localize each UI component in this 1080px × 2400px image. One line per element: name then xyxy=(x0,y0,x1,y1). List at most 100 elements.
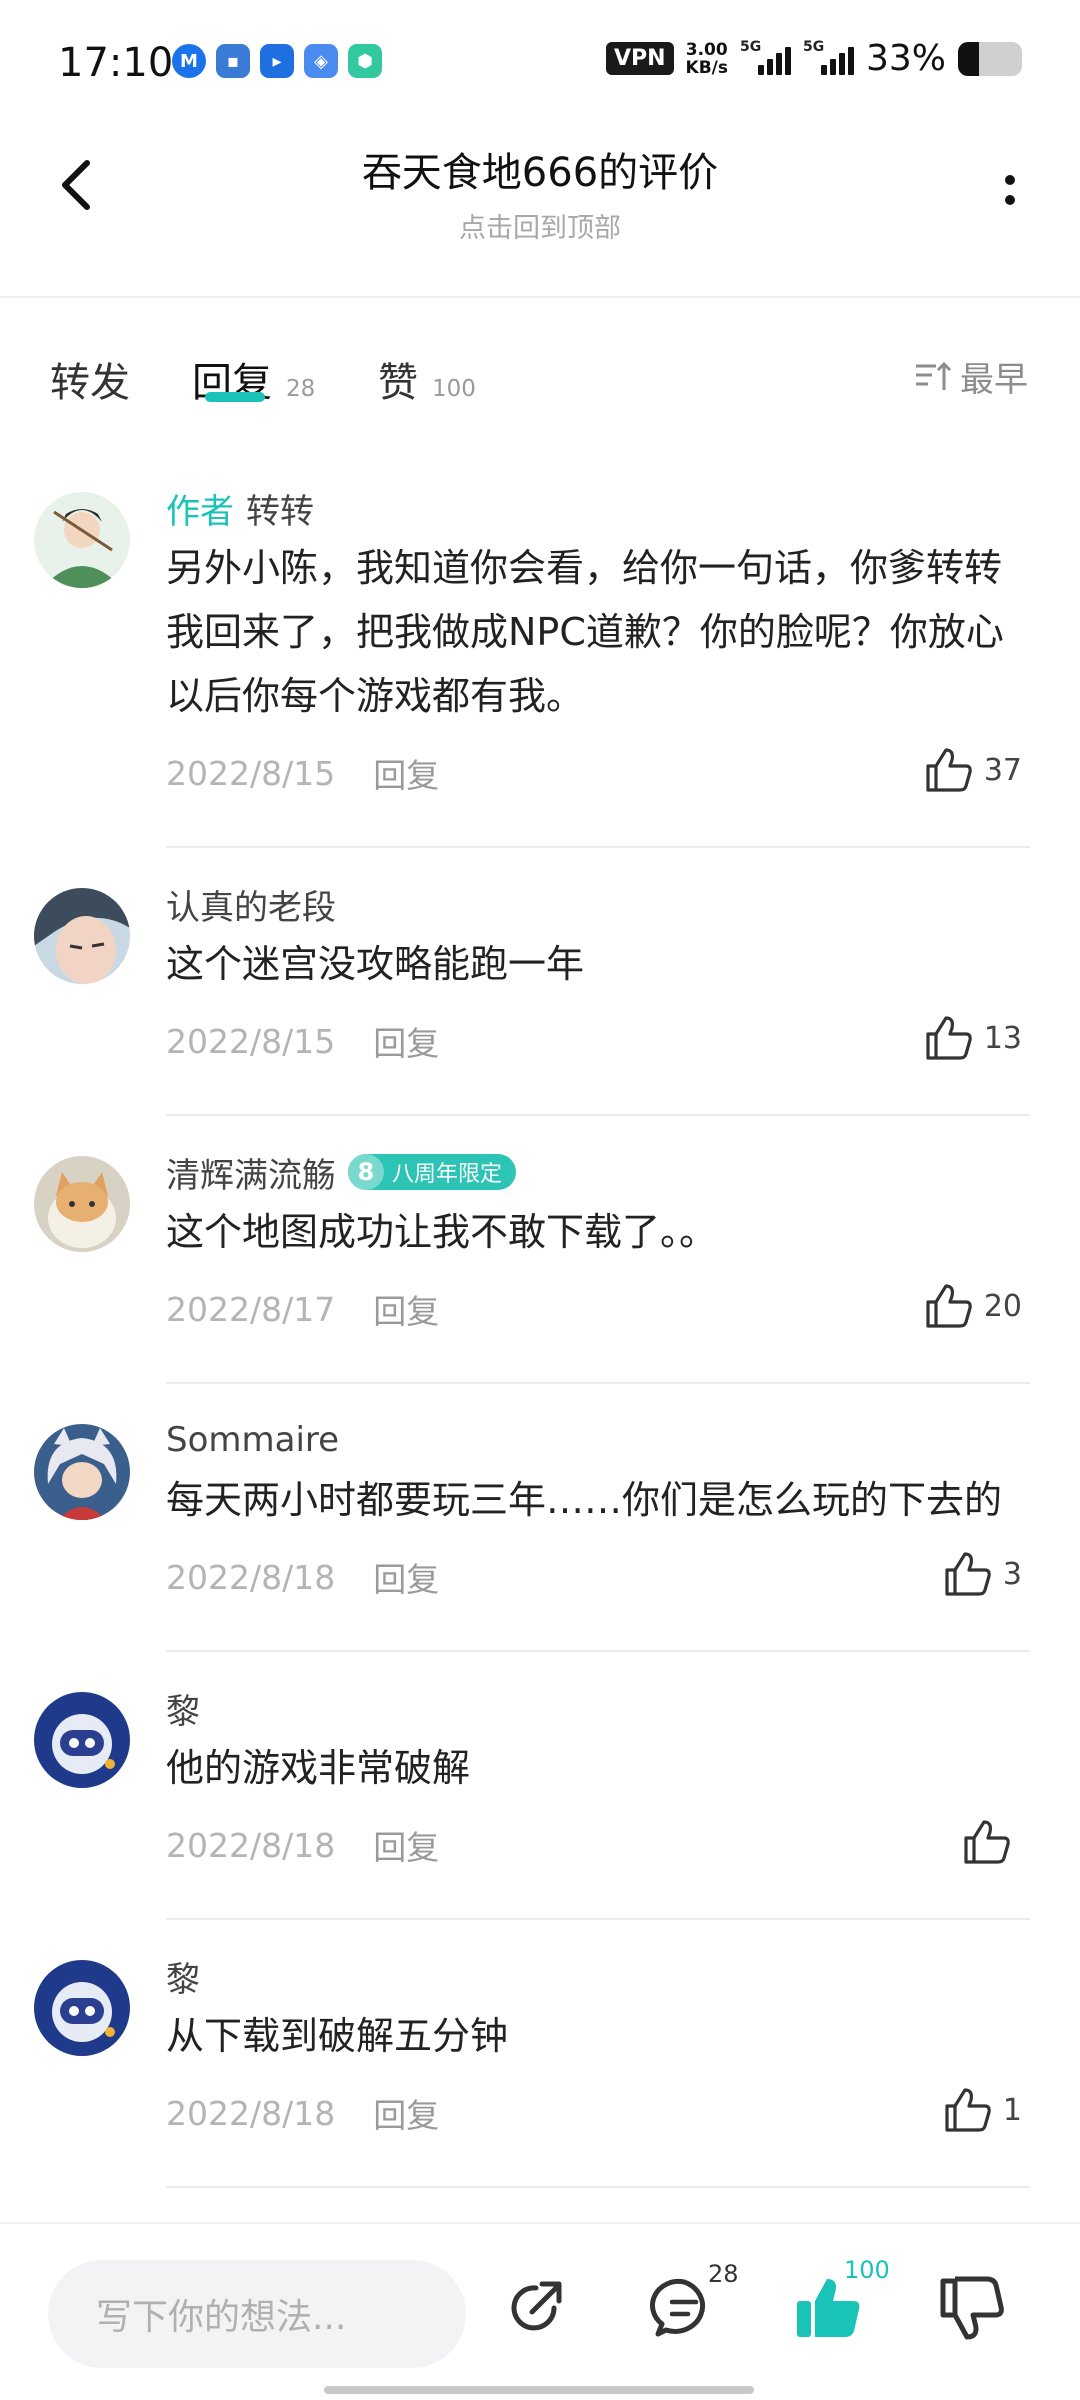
avatar-robot xyxy=(34,1960,130,2056)
home-indicator[interactable] xyxy=(324,2386,754,2394)
reply-button[interactable]: 回复 xyxy=(373,1821,439,1869)
comment-text: 每天两小时都要玩三年……你们是怎么玩的下去的 xyxy=(166,1478,1003,1522)
dislike-button[interactable] xyxy=(932,2268,1012,2348)
comment-date: 2022/8/15 xyxy=(166,1021,336,1061)
like-button[interactable]: 3 xyxy=(943,1550,1022,1598)
like-button[interactable] xyxy=(962,1818,1022,1866)
title-bar: 吞天食地666的评价 点击回到顶部 xyxy=(0,130,1080,260)
scroll-to-top[interactable]: 吞天食地666的评价 点击回到顶部 xyxy=(200,140,880,245)
status-bar: 17:10 M ▪ ▸ ◈ ⬢ VPN 3.00 KB/s 5G 5G 33% xyxy=(0,0,1080,130)
username[interactable]: 黎 xyxy=(166,1952,200,2001)
reply-button[interactable]: 回复 xyxy=(373,749,439,797)
sort-button[interactable]: 最早 xyxy=(914,352,1028,401)
like-button[interactable]: 1 xyxy=(943,2086,1022,2134)
share-icon xyxy=(511,2281,562,2331)
comment-item: Sommaire 每天两小时都要玩三年……你们是怎么玩的下去的 2022/8/1… xyxy=(0,1412,1080,1652)
divider xyxy=(166,1918,1030,1920)
status-indicators: VPN 3.00 KB/s 5G 5G 33% xyxy=(605,38,1022,79)
username[interactable]: Sommaire xyxy=(166,1420,339,1460)
username[interactable]: 转转 xyxy=(246,484,314,533)
like-button[interactable]: 13 xyxy=(924,1014,1022,1062)
divider xyxy=(166,1114,1030,1116)
notification-icons: M ▪ ▸ ◈ ⬢ xyxy=(172,44,382,78)
page-subtitle: 点击回到顶部 xyxy=(459,213,621,244)
like-count-main: 100 xyxy=(844,2256,890,2284)
comment-text: 这个地图成功让我不敢下载了。。 xyxy=(166,1210,718,1254)
reply-button[interactable]: 回复 xyxy=(373,1017,439,1065)
security-icon: ⬢ xyxy=(348,44,382,78)
comment-list: 作者 转转 另外小陈，我知道你会看，给你一句话，你爹转转我回来了，把我做成NPC… xyxy=(0,480,1080,2216)
thumbs-down-icon xyxy=(940,2276,1004,2340)
comment-item: 认真的老段 这个迷宫没攻略能跑一年 2022/8/15 回复 13 xyxy=(0,876,1080,1116)
app-icon: ◈ xyxy=(304,44,338,78)
bottom-action-bar: 写下你的想法... 28 100 xyxy=(0,2222,1080,2400)
comment-item: 黎 他的游戏非常破解 2022/8/18 回复 xyxy=(0,1680,1080,1920)
comment-text: 从下载到破解五分钟 xyxy=(166,2014,509,2058)
comment-count: 28 xyxy=(708,2260,739,2288)
like-count: 3 xyxy=(1002,1556,1022,1592)
reply-button[interactable]: 回复 xyxy=(373,1553,439,1601)
battery-icon xyxy=(958,41,1022,76)
back-button[interactable] xyxy=(40,150,110,220)
thumbs-up-icon xyxy=(964,1820,1010,1864)
tab-like[interactable]: 赞 100 xyxy=(378,350,476,408)
avatar-anime-character xyxy=(34,1424,130,1520)
signal-icon: 5G xyxy=(803,39,854,75)
avatar-ancient-costume xyxy=(34,492,130,588)
thumbs-up-icon xyxy=(926,1284,972,1328)
divider xyxy=(0,296,1080,298)
comment-date: 2022/8/18 xyxy=(166,1557,336,1597)
chevron-left-icon xyxy=(62,160,90,210)
comment-date: 2022/8/15 xyxy=(166,753,336,793)
more-options-button[interactable] xyxy=(980,155,1040,225)
status-time: 17:10 xyxy=(58,40,174,86)
tab-indicator xyxy=(205,392,265,402)
signal-icon: 5G xyxy=(740,39,791,75)
bilibili-icon: ▸ xyxy=(260,44,294,78)
comment-text: 这个迷宫没攻略能跑一年 xyxy=(166,942,585,986)
comment-date: 2022/8/18 xyxy=(166,2093,336,2133)
username[interactable]: 清辉满流觞 xyxy=(166,1148,336,1197)
reply-button[interactable]: 回复 xyxy=(373,1285,439,1333)
like-count: 1 xyxy=(1002,2092,1022,2128)
comment-text: 他的游戏非常破解 xyxy=(166,1746,471,1790)
share-button[interactable] xyxy=(496,2268,576,2348)
sort-icon xyxy=(916,361,952,390)
like-button[interactable]: 37 xyxy=(924,746,1022,794)
divider xyxy=(166,846,1030,848)
avatar[interactable] xyxy=(34,1692,130,1788)
anniversary-badge: 8 八周年限定 xyxy=(348,1154,517,1190)
tab-bar: 转发 回复 28 赞 100 最早 xyxy=(0,330,1080,430)
reply-button[interactable]: 回复 xyxy=(373,2089,439,2137)
avatar-robot xyxy=(34,1692,130,1788)
avatar[interactable] xyxy=(34,492,130,588)
comment-date: 2022/8/18 xyxy=(166,1825,336,1865)
thumbs-up-icon xyxy=(926,748,972,792)
like-button[interactable]: 20 xyxy=(924,1282,1022,1330)
username[interactable]: 认真的老段 xyxy=(166,880,336,929)
divider xyxy=(166,1382,1030,1384)
battery-percent: 33% xyxy=(865,38,946,79)
comment-input[interactable]: 写下你的想法... xyxy=(48,2260,466,2368)
thumbs-up-icon xyxy=(926,1016,972,1060)
avatar[interactable] xyxy=(34,1960,130,2056)
more-icon xyxy=(1005,175,1015,185)
page-title: 吞天食地666的评价 xyxy=(361,150,719,196)
comment-item: 黎 从下载到破解五分钟 2022/8/18 回复 1 xyxy=(0,1948,1080,2188)
username[interactable]: 黎 xyxy=(166,1684,200,1733)
comment-text: 另外小陈，我知道你会看，给你一句话，你爹转转我回来了，把我做成NPC道歉？你的脸… xyxy=(166,546,1004,718)
thumbs-up-filled-icon xyxy=(797,2279,860,2337)
author-tag: 作者 xyxy=(166,491,234,532)
app-icon: ▪ xyxy=(216,44,250,78)
tab-forward[interactable]: 转发 xyxy=(50,350,130,408)
avatar[interactable] xyxy=(34,888,130,984)
comment-item: 作者 转转 另外小陈，我知道你会看，给你一句话，你爹转转我回来了，把我做成NPC… xyxy=(0,480,1080,848)
divider xyxy=(166,2186,1030,2188)
avatar[interactable] xyxy=(34,1156,130,1252)
thumbs-up-icon xyxy=(945,2088,991,2132)
like-count: 13 xyxy=(983,1020,1022,1056)
vpn-indicator: VPN xyxy=(605,42,674,75)
avatar[interactable] xyxy=(34,1424,130,1520)
like-count: 20 xyxy=(983,1288,1022,1324)
comment-item: 清辉满流觞 8 八周年限定 这个地图成功让我不敢下载了。。 2022/8/17 … xyxy=(0,1144,1080,1384)
